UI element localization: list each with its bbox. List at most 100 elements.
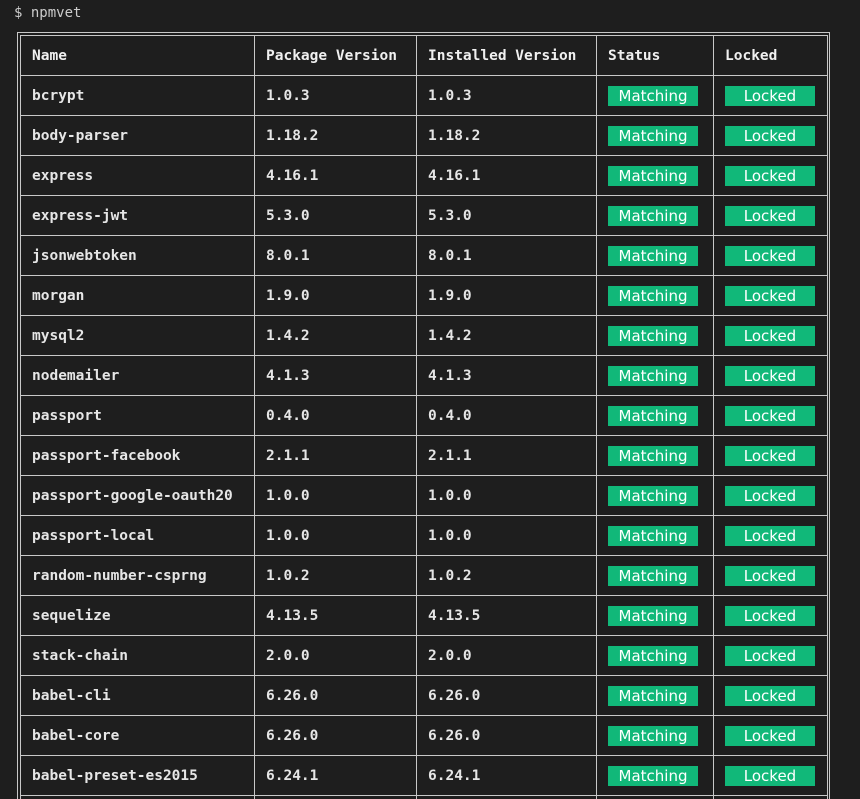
locked-badge-cell: Locked [713, 275, 828, 316]
header-installed-version: Installed Version [416, 35, 597, 76]
package-name: body-parser [32, 127, 129, 144]
installed-version: 4.13.5 [428, 607, 481, 624]
installed-version: 5.3.0 [428, 207, 472, 224]
package-version-cell: 2.1.1 [254, 435, 417, 476]
locked-badge-cell: Locked [713, 635, 828, 676]
package-version: 5.3.0 [266, 207, 310, 224]
package-name-cell: random-number-csprng [20, 555, 255, 596]
status-badge-cell: Matching [596, 475, 714, 516]
package-name: babel-preset-es2015 [32, 767, 198, 784]
status-badge-cell: Matching [596, 235, 714, 276]
status-badge-cell [596, 795, 714, 799]
package-name: stack-chain [32, 647, 129, 664]
package-name-cell: sequelize [20, 595, 255, 636]
package-version: 1.0.0 [266, 527, 310, 544]
locked-badge-cell: Locked [713, 675, 828, 716]
installed-version-cell: 5.3.0 [416, 195, 597, 236]
installed-version: 1.0.3 [428, 87, 472, 104]
locked-badge-cell: Locked [713, 475, 828, 516]
table-row: babel-core 6.26.0 6.26.0 Matching Locked [20, 715, 828, 756]
locked-badge: Locked [725, 565, 815, 586]
installed-version: 2.1.1 [428, 447, 472, 464]
package-version-cell: 5.3.0 [254, 195, 417, 236]
installed-version: 2.0.0 [428, 647, 472, 664]
locked-badge: Locked [725, 685, 815, 706]
package-name-cell: nodemailer [20, 355, 255, 396]
package-name: passport-google-oauth20 [32, 487, 233, 504]
installed-version: 1.0.0 [428, 527, 472, 544]
installed-version: 0.4.0 [428, 407, 472, 424]
table-row: passport-local 1.0.0 1.0.0 Matching Locked [20, 515, 828, 556]
status-badge-cell: Matching [596, 675, 714, 716]
installed-version-cell: 4.16.1 [416, 155, 597, 196]
status-badge: Matching [608, 205, 698, 226]
locked-badge: Locked [725, 765, 815, 786]
table-row: mysql2 1.4.2 1.4.2 Matching Locked [20, 315, 828, 356]
status-badge: Matching [608, 485, 698, 506]
locked-badge: Locked [725, 85, 815, 106]
package-version: 8.0.1 [266, 247, 310, 264]
status-badge-cell: Matching [596, 635, 714, 676]
package-name: jsonwebtoken [32, 247, 137, 264]
package-version-cell: 6.26.0 [254, 675, 417, 716]
status-badge: Matching [608, 605, 698, 626]
table-header-row: Name Package Version Installed Version S… [20, 35, 828, 76]
installed-version-cell: 4.1.3 [416, 355, 597, 396]
package-name-cell: stack-chain [20, 635, 255, 676]
locked-badge: Locked [725, 125, 815, 146]
npmvet-table: Name Package Version Installed Version S… [20, 35, 828, 799]
status-badge-cell: Matching [596, 155, 714, 196]
package-version: 4.16.1 [266, 167, 319, 184]
installed-version-cell: 6.24.1 [416, 755, 597, 796]
locked-badge-cell: Locked [713, 115, 828, 156]
installed-version: 8.0.1 [428, 247, 472, 264]
package-name-cell: babel-cli [20, 675, 255, 716]
package-version: 6.26.0 [266, 727, 319, 744]
installed-version-cell: 1.0.0 [416, 515, 597, 556]
table-row: morgan 1.9.0 1.9.0 Matching Locked [20, 275, 828, 316]
package-version-cell: 1.0.2 [254, 555, 417, 596]
installed-version-cell: 1.0.0 [416, 475, 597, 516]
package-name-cell: passport-local [20, 515, 255, 556]
locked-badge-cell: Locked [713, 755, 828, 796]
installed-version: 6.26.0 [428, 687, 481, 704]
header-package-version: Package Version [254, 35, 417, 76]
package-version: 2.1.1 [266, 447, 310, 464]
status-badge-cell: Matching [596, 435, 714, 476]
installed-version: 1.0.0 [428, 487, 472, 504]
status-badge: Matching [608, 365, 698, 386]
package-version: 1.0.0 [266, 487, 310, 504]
package-version: 1.4.2 [266, 327, 310, 344]
npmvet-table-frame: Name Package Version Installed Version S… [17, 32, 830, 799]
table-row: express 4.16.1 4.16.1 Matching Locked [20, 155, 828, 196]
locked-badge: Locked [725, 525, 815, 546]
installed-version: 1.9.0 [428, 287, 472, 304]
package-name-cell: passport [20, 395, 255, 436]
installed-version: 6.24.1 [428, 767, 481, 784]
locked-badge: Locked [725, 485, 815, 506]
locked-badge: Locked [725, 245, 815, 266]
package-version-cell: 1.4.2 [254, 315, 417, 356]
package-version-cell: 4.1.3 [254, 355, 417, 396]
status-badge: Matching [608, 445, 698, 466]
package-version: 4.1.3 [266, 367, 310, 384]
status-badge-cell: Matching [596, 75, 714, 116]
package-version: 1.9.0 [266, 287, 310, 304]
installed-version-cell: 1.9.0 [416, 275, 597, 316]
package-name-cell: babel-core [20, 715, 255, 756]
package-name-cell: body-parser [20, 115, 255, 156]
status-badge: Matching [608, 125, 698, 146]
installed-version: 4.16.1 [428, 167, 481, 184]
package-version: 1.0.3 [266, 87, 310, 104]
package-version: 2.0.0 [266, 647, 310, 664]
package-name-cell: jsonwebtoken [20, 235, 255, 276]
locked-badge: Locked [725, 445, 815, 466]
locked-badge: Locked [725, 605, 815, 626]
locked-badge-cell: Locked [713, 435, 828, 476]
installed-version-cell: 2.0.0 [416, 635, 597, 676]
package-name: random-number-csprng [32, 567, 207, 584]
table-row: babel-cli 6.26.0 6.26.0 Matching Locked [20, 675, 828, 716]
status-badge: Matching [608, 565, 698, 586]
package-version-cell: 8.0.1 [254, 235, 417, 276]
locked-badge: Locked [725, 285, 815, 306]
